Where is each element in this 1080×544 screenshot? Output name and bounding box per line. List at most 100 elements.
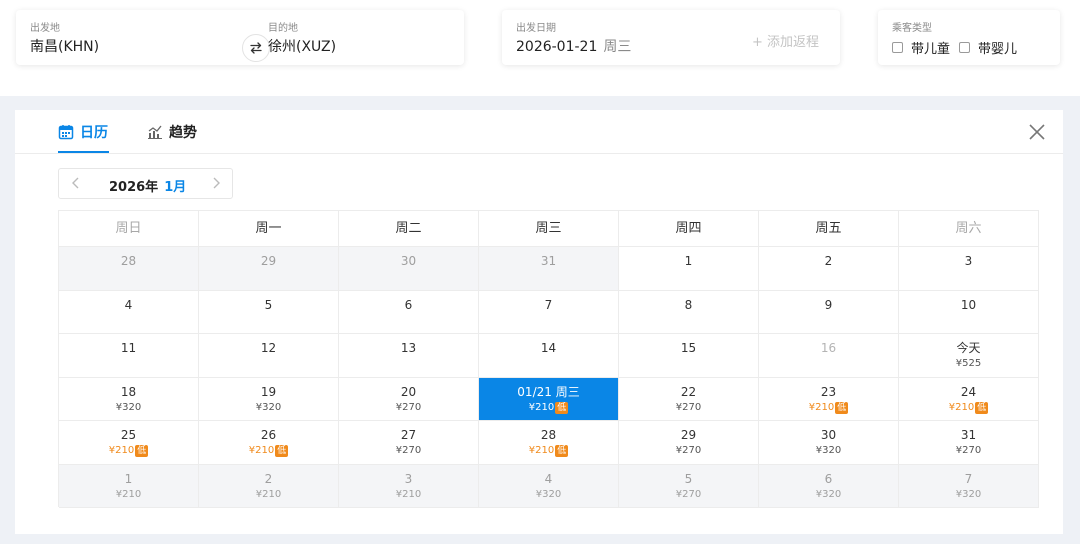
day-price: ¥525 [899,357,1038,370]
day-price: ¥270 [339,401,478,414]
day-cell-selected[interactable]: 01/21 周三 ¥210 低 [479,377,619,421]
day-number: 29 [680,428,697,442]
calendar-icon [58,125,74,140]
day-cell[interactable]: 2 ¥210 [199,464,339,508]
day-number: 19 [260,384,277,399]
month-text: 1月 [164,180,187,195]
day-number: 23 [820,384,837,399]
day-cell[interactable]: 6 ¥320 [759,464,899,508]
day-cell[interactable]: 8 [619,290,759,334]
weekday-header: 周五 [759,211,899,247]
day-number: 22 [680,384,697,399]
day-price: ¥210 低 [59,444,198,457]
infant-checkbox[interactable]: 带婴儿 [959,38,1017,57]
day-number: 3 [404,471,413,486]
day-cell[interactable]: 30 ¥320 [759,421,899,465]
day-cell[interactable]: 27 ¥270 [339,421,479,465]
close-button[interactable] [1027,122,1047,142]
arrival-value: 徐州(XUZ) [268,39,337,55]
day-number: 4 [544,471,553,486]
tab-calendar-label: 日历 [80,125,108,141]
day-price: ¥270 [619,444,758,457]
day-cell[interactable]: 5 [199,290,339,334]
child-checkbox[interactable]: 带儿童 [892,38,950,57]
day-cell[interactable]: 22 ¥270 [619,377,759,421]
day-cell[interactable]: 31 [479,247,619,291]
departure-value: 南昌(KHN) [30,39,100,55]
day-number: 1 [124,471,133,486]
day-number: 12 [260,341,277,355]
add-return-button[interactable]: + 添加返程 [752,31,819,50]
day-price: ¥270 [899,444,1038,457]
price-value: ¥270 [675,445,702,456]
day-cell[interactable]: 3 [899,247,1039,291]
day-price: ¥320 [199,401,338,414]
day-cell[interactable]: 3 ¥210 [339,464,479,508]
day-number: 5 [264,297,273,312]
day-cell[interactable]: 19 ¥320 [199,377,339,421]
day-cell[interactable]: 1 [619,247,759,291]
day-price: ¥210 [59,488,198,501]
day-cell[interactable]: 6 [339,290,479,334]
day-cell[interactable]: 31 ¥270 [899,421,1039,465]
day-cell[interactable]: 26 ¥210 低 [199,421,339,465]
day-cell[interactable]: 今天 ¥525 [899,334,1039,378]
infant-checkbox-box[interactable] [959,42,970,53]
day-number: 7 [964,471,973,486]
calendar-grid: 周日 周一 周二 周三 周四 周五 周六 28 29 30 31 1 2 3 4 5 6 7 8 9 10 11 12 13 1… [58,210,1039,508]
tab-trend[interactable]: 趋势 [147,122,197,142]
date-text: 2026-01-21 [516,39,598,55]
day-cell[interactable]: 30 [339,247,479,291]
year-text: 2026年 [109,180,159,195]
price-value: ¥210 [395,488,422,500]
day-number: 6 [404,297,413,312]
weekday-header: 周二 [339,211,479,247]
child-checkbox-box[interactable] [892,42,903,53]
day-number: 31 [960,428,977,442]
day-cell[interactable]: 28 [59,247,199,291]
day-price: ¥210 [339,488,478,501]
day-cell[interactable]: 4 [59,290,199,334]
price-value: ¥210 [248,445,275,456]
prev-month-icon[interactable] [69,176,83,190]
day-price: ¥210 低 [479,401,618,414]
arrival-field[interactable]: 目的地 徐州(XUZ) [256,10,464,65]
day-cell[interactable]: 24 ¥210 低 [899,377,1039,421]
day-price: ¥270 [619,401,758,414]
day-cell[interactable]: 13 [339,334,479,378]
day-cell[interactable]: 15 [619,334,759,378]
day-cell[interactable]: 9 [759,290,899,334]
departure-date-field[interactable]: 出发日期 2026-01-21 周三 [502,10,732,65]
departure-label: 出发地 [30,23,60,34]
search-bar: 出发地 南昌(KHN) 目的地 徐州(XUZ) 出发日期 2026-01-21 周… [0,0,1080,96]
day-cell[interactable]: 18 ¥320 [59,377,199,421]
day-cell[interactable]: 2 [759,247,899,291]
passenger-type-label: 乘客类型 [892,23,932,34]
price-value: ¥210 [948,401,975,413]
day-cell[interactable]: 29 ¥270 [619,421,759,465]
day-cell[interactable]: 4 ¥320 [479,464,619,508]
departure-field[interactable]: 出发地 南昌(KHN) [16,10,226,65]
day-cell[interactable]: 10 [899,290,1039,334]
day-cell[interactable]: 11 [59,334,199,378]
next-month-icon[interactable] [209,176,223,190]
day-cell[interactable]: 7 ¥320 [899,464,1039,508]
day-number: 3 [964,254,973,268]
day-cell[interactable]: 14 [479,334,619,378]
day-cell[interactable]: 12 [199,334,339,378]
price-value: ¥270 [955,445,982,456]
day-number: 26 [260,428,277,442]
day-cell[interactable]: 7 [479,290,619,334]
day-number: 01/21 周三 [517,384,580,399]
price-value: ¥320 [255,401,282,413]
price-value: ¥210 [808,401,835,413]
day-cell[interactable]: 20 ¥270 [339,377,479,421]
day-cell[interactable]: 5 ¥270 [619,464,759,508]
price-value: ¥210 [528,445,555,456]
day-cell[interactable]: 29 [199,247,339,291]
day-cell[interactable]: 28 ¥210 低 [479,421,619,465]
day-cell[interactable]: 1 ¥210 [59,464,199,508]
day-cell[interactable]: 23 ¥210 低 [759,377,899,421]
day-cell[interactable]: 25 ¥210 低 [59,421,199,465]
tab-calendar[interactable]: 日历 [58,122,108,142]
